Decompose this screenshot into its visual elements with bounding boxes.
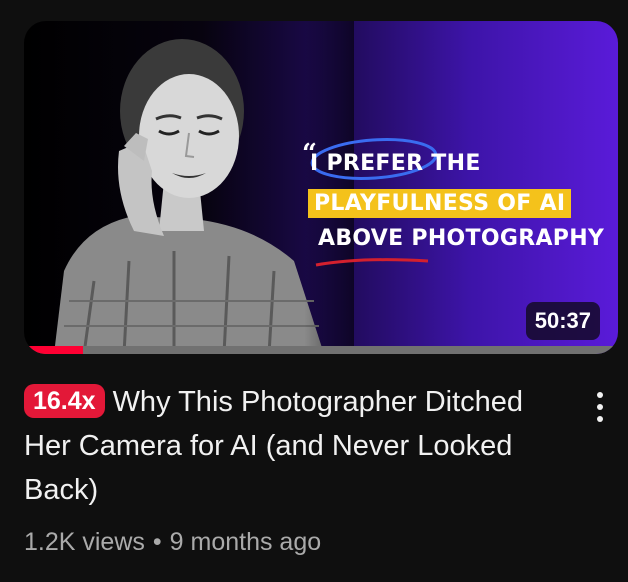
quote-line-2: PLAYFULNESS OF AI xyxy=(308,189,572,218)
view-count: 1.2K views xyxy=(24,528,145,556)
more-vert-icon[interactable] xyxy=(585,388,615,430)
video-title[interactable]: 16.4x Why This Photographer Ditched Her C… xyxy=(24,380,564,512)
outlier-badge: 16.4x xyxy=(24,384,105,418)
upload-age: 9 months ago xyxy=(169,528,322,556)
video-card: “ I PREFER THE PLAYFULNESS OF AI ABOVE P… xyxy=(0,0,628,582)
duration-badge: 50:37 xyxy=(525,302,600,340)
red-underline xyxy=(315,258,429,267)
quote-line-1: I PREFER THE xyxy=(310,151,481,176)
watch-progress-bar xyxy=(24,346,618,354)
video-metadata: 16.4x Why This Photographer Ditched Her C… xyxy=(24,380,564,557)
quote-line-3: ABOVE PHOTOGRAPHY xyxy=(318,226,605,251)
separator-dot: • xyxy=(152,528,162,556)
thumbnail-quote: “ I PREFER THE PLAYFULNESS OF AI ABOVE P… xyxy=(296,131,618,271)
video-stats: 1.2K views • 9 months ago xyxy=(24,528,564,557)
video-thumbnail[interactable]: “ I PREFER THE PLAYFULNESS OF AI ABOVE P… xyxy=(24,21,618,354)
watch-progress-fill xyxy=(24,346,84,354)
